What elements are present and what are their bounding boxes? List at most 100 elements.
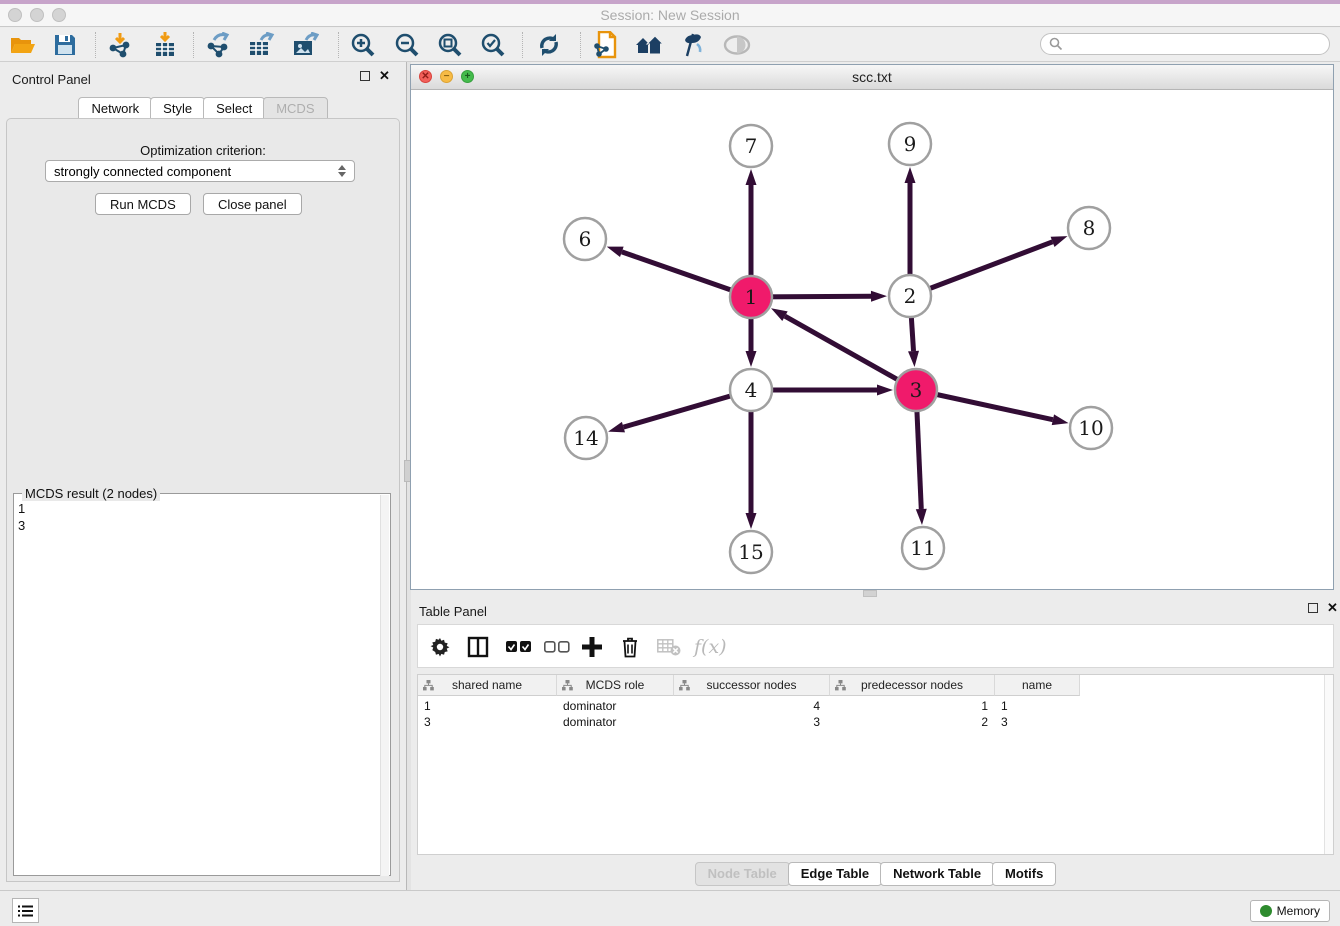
column-label: shared name bbox=[452, 678, 522, 692]
hierarchy-icon bbox=[835, 680, 846, 691]
graph-node-label: 6 bbox=[579, 227, 592, 251]
cell-mcds-role: dominator bbox=[563, 699, 616, 713]
graph-node-label: 14 bbox=[573, 426, 598, 450]
show-graphics-details-icon bbox=[722, 31, 752, 59]
column-header[interactable]: shared name bbox=[418, 675, 557, 696]
tab-network-table[interactable]: Network Table bbox=[880, 862, 994, 886]
search-input[interactable] bbox=[1040, 33, 1330, 55]
mcds-result-box: MCDS result (2 nodes) 1 3 bbox=[13, 493, 391, 876]
table-row[interactable]: 3 dominator 3 2 3 bbox=[418, 714, 1334, 730]
hierarchy-icon bbox=[423, 680, 434, 691]
tab-node-table[interactable]: Node Table bbox=[695, 862, 790, 886]
run-mcds-button[interactable]: Run MCDS bbox=[95, 193, 191, 215]
node-table: shared name MCDS role successor nodes pr… bbox=[417, 674, 1334, 855]
close-panel-button[interactable]: Close panel bbox=[203, 193, 302, 215]
toolbar-separator bbox=[193, 32, 194, 58]
refresh-icon[interactable] bbox=[534, 31, 564, 59]
zoom-in-icon[interactable] bbox=[348, 31, 378, 59]
titlebar-accent bbox=[0, 0, 1340, 4]
graph-node-label: 9 bbox=[904, 132, 917, 156]
float-panel-icon[interactable] bbox=[1308, 603, 1318, 613]
export-image-icon[interactable] bbox=[290, 31, 320, 59]
cell-shared-name: 3 bbox=[424, 715, 431, 729]
graph-edge-arrowhead bbox=[607, 247, 624, 257]
column-label: MCDS role bbox=[586, 678, 645, 692]
graph-node-label: 15 bbox=[738, 540, 763, 564]
task-history-button[interactable] bbox=[12, 898, 39, 923]
open-folder-icon[interactable] bbox=[8, 31, 38, 59]
network-canvas[interactable]: 7968124314101511 bbox=[411, 90, 1333, 589]
table-row[interactable]: 1 dominator 4 1 1 bbox=[418, 698, 1334, 714]
save-icon[interactable] bbox=[50, 31, 80, 59]
network-window-titlebar[interactable]: ✕ − + scc.txt bbox=[411, 65, 1333, 90]
memory-button[interactable]: Memory bbox=[1250, 900, 1330, 922]
close-panel-icon[interactable]: ✕ bbox=[1327, 603, 1338, 613]
list-icon bbox=[18, 904, 34, 918]
tab-motifs[interactable]: Motifs bbox=[992, 862, 1056, 886]
graph-edge-arrowhead bbox=[877, 385, 893, 396]
delete-icon[interactable] bbox=[620, 632, 640, 662]
tab-edge-table[interactable]: Edge Table bbox=[788, 862, 882, 886]
table-panel-title: Table Panel bbox=[419, 604, 487, 619]
column-header[interactable]: name bbox=[995, 675, 1080, 696]
import-network-icon[interactable] bbox=[105, 31, 135, 59]
delete-table-icon bbox=[657, 632, 681, 662]
home-icon[interactable] bbox=[634, 31, 664, 59]
column-label: predecessor nodes bbox=[861, 678, 963, 692]
table-panel-tabs: Node TableEdge TableNetwork TableMotifs bbox=[411, 862, 1340, 886]
graph-node-label: 11 bbox=[910, 536, 935, 560]
column-label: name bbox=[1022, 678, 1052, 692]
graph-edge-arrowhead bbox=[608, 422, 625, 433]
graph-node-label: 2 bbox=[904, 284, 917, 308]
column-header[interactable]: successor nodes bbox=[674, 675, 830, 696]
column-label: successor nodes bbox=[706, 678, 796, 692]
gear-icon[interactable] bbox=[430, 632, 450, 662]
control-panel-buttons: ✕ bbox=[360, 71, 390, 81]
close-panel-icon[interactable]: ✕ bbox=[379, 71, 390, 81]
graph-edge[interactable] bbox=[910, 242, 1053, 296]
graph-node-label: 10 bbox=[1078, 416, 1103, 440]
network-graph[interactable]: 7968124314101511 bbox=[411, 90, 1333, 589]
table-panel: Table Panel ✕ f(x) shared nam bbox=[411, 598, 1340, 890]
mcds-result-scrollbar[interactable] bbox=[380, 495, 389, 876]
horizontal-splitter[interactable] bbox=[411, 590, 1340, 598]
splitter-grip[interactable] bbox=[863, 590, 877, 597]
memory-label: Memory bbox=[1277, 904, 1320, 918]
cell-shared-name: 1 bbox=[424, 699, 431, 713]
network-document-icon[interactable] bbox=[591, 31, 621, 59]
criterion-select[interactable]: strongly connected component bbox=[45, 160, 355, 182]
export-network-icon[interactable] bbox=[203, 31, 233, 59]
zoom-fit-icon[interactable] bbox=[435, 31, 465, 59]
hide-panel-icon[interactable] bbox=[677, 31, 707, 59]
zoom-out-icon[interactable] bbox=[392, 31, 422, 59]
deselect-all-checkboxes-icon[interactable] bbox=[544, 632, 570, 662]
column-header[interactable]: MCDS role bbox=[557, 675, 674, 696]
export-table-icon[interactable] bbox=[246, 31, 276, 59]
float-panel-icon[interactable] bbox=[360, 71, 370, 81]
graph-edge-arrowhead bbox=[1052, 414, 1069, 425]
toolbar-separator bbox=[95, 32, 96, 58]
status-bar: Memory bbox=[0, 890, 1340, 926]
criterion-value: strongly connected component bbox=[54, 164, 231, 179]
table-scrollbar[interactable] bbox=[1324, 675, 1333, 854]
graph-node-label: 3 bbox=[910, 378, 923, 402]
select-all-checkboxes-icon[interactable] bbox=[506, 632, 532, 662]
split-columns-icon[interactable] bbox=[467, 632, 489, 662]
import-table-icon[interactable] bbox=[150, 31, 180, 59]
graph-edge-arrowhead bbox=[871, 291, 887, 302]
graph-edge-arrowhead bbox=[1051, 236, 1068, 247]
mcds-result-text[interactable]: 1 3 bbox=[18, 500, 25, 534]
search-icon bbox=[1049, 37, 1063, 51]
optimization-criterion-label: Optimization criterion: bbox=[7, 143, 399, 158]
add-column-icon[interactable] bbox=[581, 632, 603, 662]
network-window-title: scc.txt bbox=[411, 69, 1333, 85]
cell-predecessor-nodes: 2 bbox=[974, 715, 988, 729]
control-panel: Control Panel ✕ NetworkStyleSelectMCDS O… bbox=[0, 62, 406, 890]
toolbar-separator bbox=[522, 32, 523, 58]
cell-successor-nodes: 3 bbox=[806, 715, 820, 729]
zoom-selected-icon[interactable] bbox=[478, 31, 508, 59]
graph-edge[interactable] bbox=[785, 316, 916, 390]
cell-name: 1 bbox=[1001, 699, 1008, 713]
toolbar-separator bbox=[338, 32, 339, 58]
column-header[interactable]: predecessor nodes bbox=[830, 675, 995, 696]
